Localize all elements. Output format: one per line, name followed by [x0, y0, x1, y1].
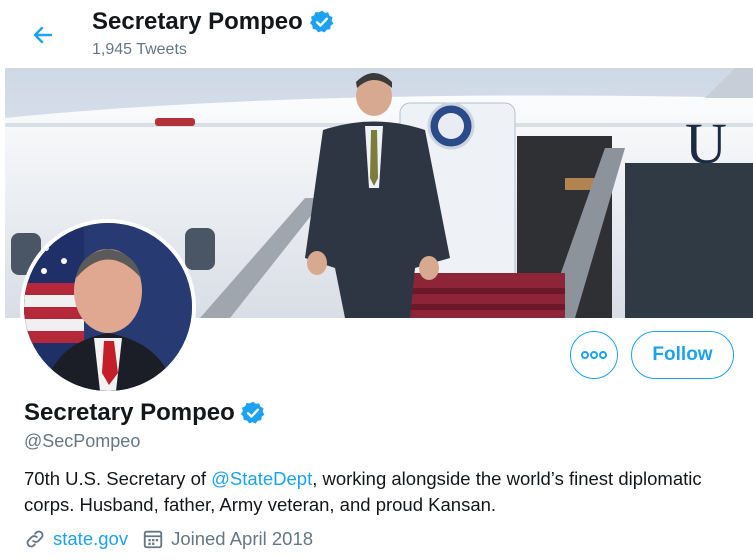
tweet-count: 1,945 Tweets — [92, 41, 187, 58]
avatar-portrait — [24, 223, 192, 391]
verified-badge-icon — [240, 401, 265, 424]
follow-button[interactable]: Follow — [631, 331, 734, 379]
link-icon — [24, 528, 46, 550]
header-name: Secretary Pompeo — [92, 8, 303, 35]
profile-name: Secretary Pompeo — [24, 399, 266, 427]
verified-badge-icon — [309, 10, 334, 33]
website-link[interactable]: state.gov — [53, 528, 128, 550]
back-button[interactable] — [26, 18, 60, 52]
bio-mention-link[interactable]: @StateDept — [211, 468, 312, 489]
bio-text-start: 70th U.S. Secretary of — [24, 468, 212, 489]
arrow-left-icon — [33, 26, 53, 44]
profile-header-bar: Secretary Pompeo 1,945 Tweets — [0, 0, 753, 68]
profile-handle: @SecPompeo — [24, 431, 141, 451]
more-dots-icon — [581, 351, 607, 359]
more-options-button[interactable] — [570, 331, 618, 379]
calendar-icon — [142, 528, 164, 550]
profile-display-name: Secretary Pompeo — [24, 399, 235, 426]
avatar[interactable] — [20, 219, 196, 395]
profile-meta: state.gov Joined April 2018 — [24, 528, 313, 550]
header-title: Secretary Pompeo — [92, 8, 335, 36]
profile-bio: 70th U.S. Secretary of @StateDept, worki… — [24, 466, 724, 518]
joined-date: Joined April 2018 — [171, 528, 314, 549]
